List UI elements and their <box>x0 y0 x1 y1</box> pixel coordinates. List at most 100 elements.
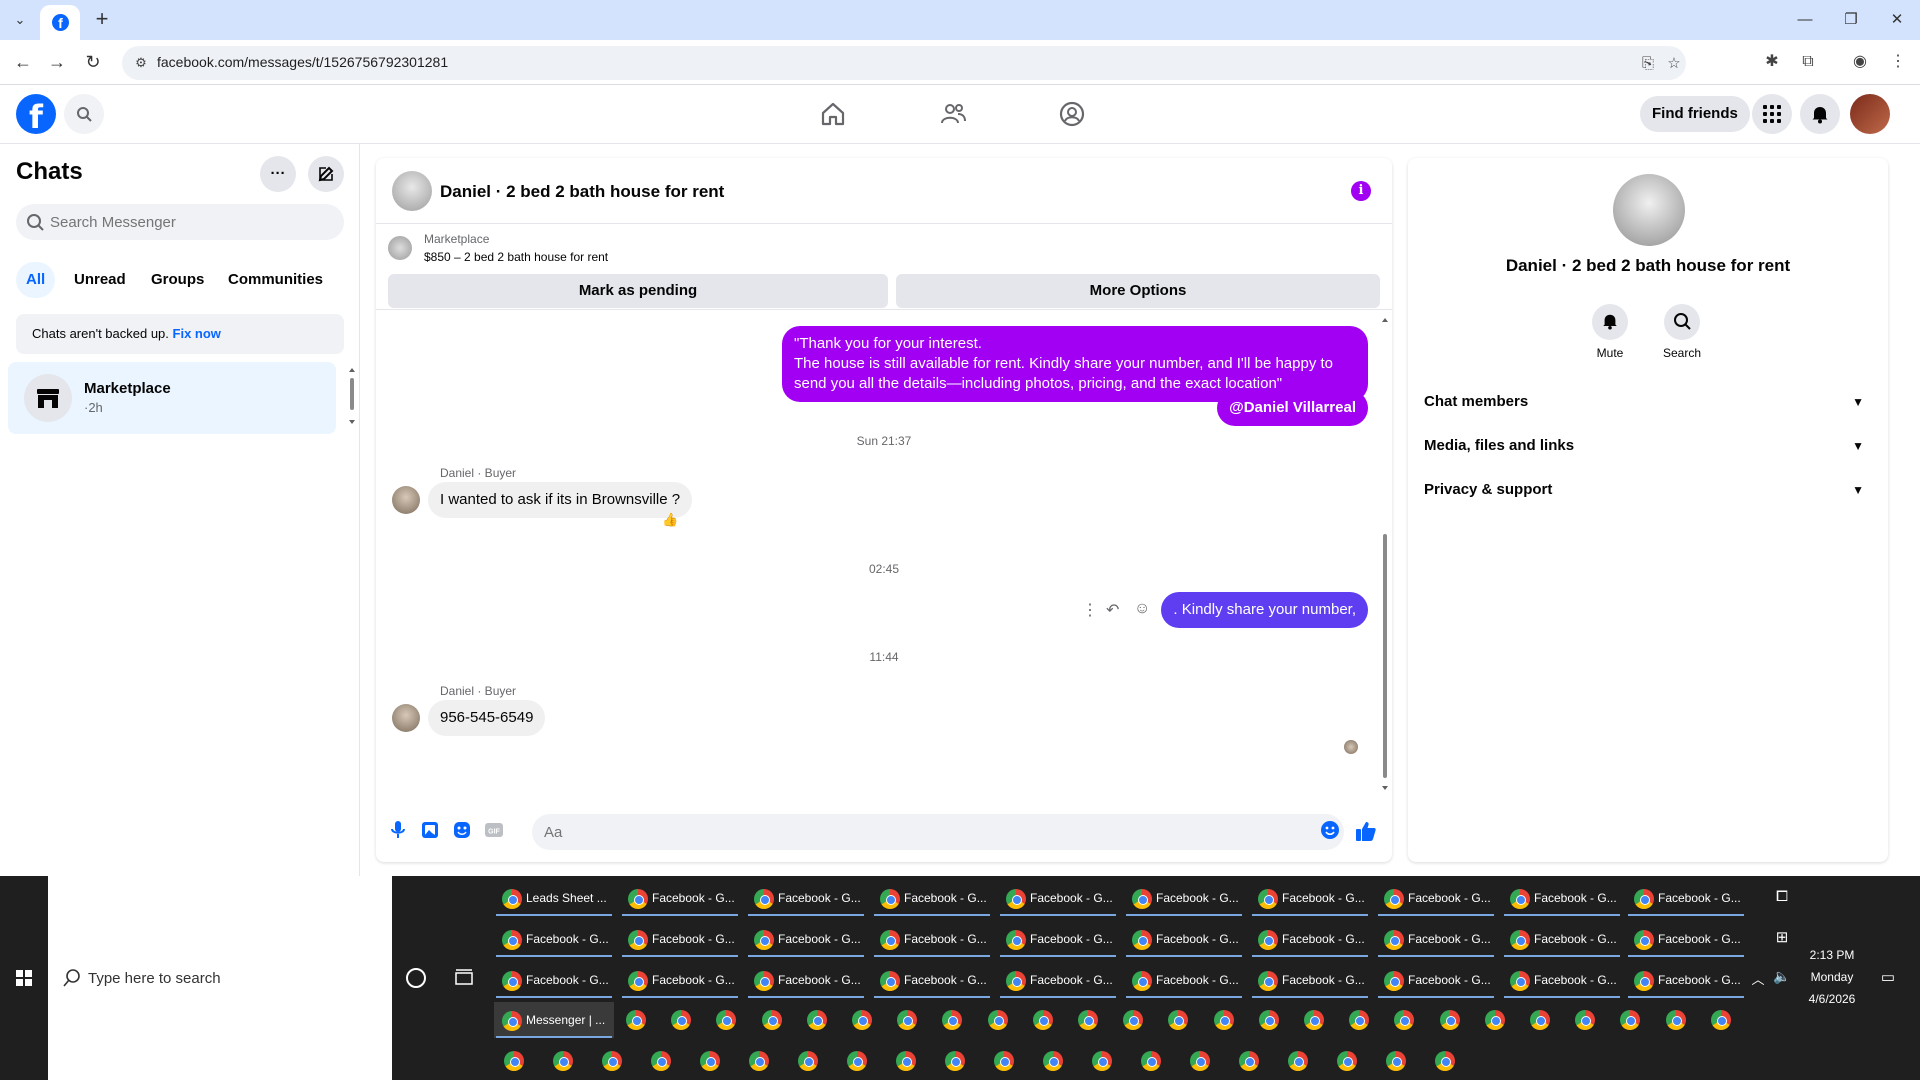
taskbar-app-button[interactable]: Facebook - G... <box>1626 880 1746 916</box>
url-text[interactable]: facebook.com/messages/t/1526756792301281 <box>157 54 448 70</box>
more-actions-icon[interactable]: ⋮ <box>1082 600 1098 620</box>
chrome-taskbar-icon[interactable] <box>994 1051 1014 1071</box>
taskbar-app-button[interactable]: Facebook - G... <box>1376 880 1496 916</box>
chrome-taskbar-icon[interactable] <box>1288 1051 1308 1071</box>
chat-members-section[interactable]: Chat members ▼ <box>1424 380 1872 424</box>
taskbar-app-button[interactable]: Facebook - G... <box>872 880 992 916</box>
restore-icon[interactable]: ❐ <box>1836 6 1866 34</box>
search-in-conversation-button[interactable]: Search <box>1652 304 1712 360</box>
clock[interactable]: 2:13 PM Monday 4/6/2026 <box>1800 948 1864 1006</box>
taskbar-app-messenger[interactable]: Messenger | ... <box>494 1002 614 1038</box>
new-tab-plus-icon[interactable]: + <box>90 8 114 32</box>
chrome-taskbar-icon[interactable] <box>1440 1010 1460 1030</box>
close-window-icon[interactable]: ✕ <box>1882 6 1912 34</box>
taskbar-app-button[interactable]: Facebook - G... <box>1376 962 1496 998</box>
taskbar-app-button[interactable]: Facebook - G... <box>494 921 614 957</box>
chrome-taskbar-icon[interactable] <box>1530 1010 1550 1030</box>
chrome-taskbar-icon[interactable] <box>1394 1010 1414 1030</box>
chrome-taskbar-icon[interactable] <box>1092 1051 1112 1071</box>
chrome-taskbar-icon[interactable] <box>852 1010 872 1030</box>
photo-attach-icon[interactable] <box>418 820 442 844</box>
chrome-taskbar-icon[interactable] <box>651 1051 671 1071</box>
conversation-title[interactable]: Daniel · 2 bed 2 bath house for rent <box>440 182 724 202</box>
filter-tab-groups[interactable]: Groups <box>141 262 214 298</box>
chrome-taskbar-icon[interactable] <box>896 1051 916 1071</box>
taskbar-app-button[interactable]: Facebook - G... <box>620 921 740 957</box>
sticker-icon[interactable] <box>450 820 474 844</box>
action-center-icon[interactable]: ▭ <box>1876 968 1900 986</box>
chrome-taskbar-icon[interactable] <box>988 1010 1008 1030</box>
chrome-taskbar-icon[interactable] <box>1033 1010 1053 1030</box>
profile-icon[interactable]: ◉ <box>1848 50 1872 74</box>
home-icon[interactable] <box>815 96 851 132</box>
conversation-scrollbar[interactable] <box>1380 314 1390 794</box>
chrome-taskbar-icon[interactable] <box>1349 1010 1369 1030</box>
chats-options-button[interactable]: ··· <box>260 156 296 192</box>
find-friends-button[interactable]: Find friends <box>1640 96 1750 132</box>
chrome-taskbar-icon[interactable] <box>1214 1010 1234 1030</box>
info-avatar[interactable] <box>1613 174 1685 246</box>
conversation-info-icon[interactable]: i <box>1351 181 1371 201</box>
chrome-taskbar-icon[interactable] <box>1043 1051 1063 1071</box>
mention-bubble[interactable]: @Daniel Villarreal <box>1217 390 1368 426</box>
chrome-taskbar-icon[interactable] <box>847 1051 867 1071</box>
tray-expand-chevron-icon[interactable]: ︿ <box>1748 969 1768 988</box>
chrome-taskbar-icon[interactable] <box>1239 1051 1259 1071</box>
site-info-icon[interactable]: ⚙ <box>132 54 150 72</box>
listing-thumbnail[interactable] <box>388 236 412 260</box>
emoji-picker-icon[interactable] <box>1318 820 1342 844</box>
taskbar-app-button[interactable]: Facebook - G... <box>1626 962 1746 998</box>
tray-app-icon[interactable]: ⧠ <box>1770 888 1794 905</box>
chrome-taskbar-icon[interactable] <box>1190 1051 1210 1071</box>
chrome-taskbar-icon[interactable] <box>1666 1010 1686 1030</box>
chrome-taskbar-icon[interactable] <box>897 1010 917 1030</box>
microphone-icon[interactable] <box>386 820 410 844</box>
extension-icon[interactable]: ✱ <box>1760 50 1784 74</box>
chrome-taskbar-icon[interactable] <box>716 1010 736 1030</box>
taskbar-app-button[interactable]: Facebook - G... <box>1502 921 1622 957</box>
taskbar-app-button[interactable]: Facebook - G... <box>620 962 740 998</box>
tab-search-chevron-icon[interactable]: ⌄ <box>8 8 32 32</box>
forward-arrow-icon[interactable]: → <box>44 49 70 75</box>
listing-title[interactable]: $850 – 2 bed 2 bath house for rent <box>424 250 608 264</box>
taskbar-app-button[interactable]: Facebook - G... <box>746 921 866 957</box>
buyer-avatar[interactable] <box>392 486 420 514</box>
taskbar-app-button[interactable]: Facebook - G... <box>1376 921 1496 957</box>
groups-icon[interactable] <box>1054 96 1090 132</box>
taskbar-app-button[interactable]: Facebook - G... <box>620 880 740 916</box>
facebook-logo-icon[interactable]: f <box>16 94 56 136</box>
media-files-links-section[interactable]: Media, files and links ▼ <box>1424 424 1872 468</box>
taskbar-app-button[interactable]: Facebook - G... <box>998 880 1118 916</box>
chrome-taskbar-icon[interactable] <box>1337 1051 1357 1071</box>
chrome-taskbar-icon[interactable] <box>749 1051 769 1071</box>
chrome-taskbar-icon[interactable] <box>1304 1010 1324 1030</box>
taskbar-app-button[interactable]: Facebook - G... <box>1124 880 1244 916</box>
chrome-taskbar-icon[interactable] <box>942 1010 962 1030</box>
volume-icon[interactable]: 🔈 <box>1770 968 1794 985</box>
chrome-taskbar-icon[interactable] <box>1123 1010 1143 1030</box>
minimize-icon[interactable]: — <box>1790 6 1820 34</box>
chrome-taskbar-icon[interactable] <box>626 1010 646 1030</box>
taskbar-app-button[interactable]: Facebook - G... <box>1124 962 1244 998</box>
thumbs-up-reaction[interactable]: 👍 <box>662 512 678 528</box>
taskbar-app-button[interactable]: Facebook - G... <box>1250 921 1370 957</box>
chrome-taskbar-icon[interactable] <box>945 1051 965 1071</box>
chrome-taskbar-icon[interactable] <box>553 1051 573 1071</box>
extensions-puzzle-icon[interactable]: ⧉ <box>1796 50 1820 74</box>
install-app-icon[interactable]: ⎘ <box>1638 54 1658 74</box>
taskbar-app-button[interactable]: Facebook - G... <box>998 962 1118 998</box>
chrome-taskbar-icon[interactable] <box>602 1051 622 1071</box>
gif-icon[interactable]: GIF <box>482 820 506 844</box>
reload-icon[interactable]: ↻ <box>80 49 106 75</box>
chrome-taskbar-icon[interactable] <box>1078 1010 1098 1030</box>
chrome-taskbar-icon[interactable] <box>1711 1010 1731 1030</box>
browser-menu-icon[interactable]: ⋮ <box>1886 50 1910 74</box>
incoming-message-bubble[interactable]: 956-545-6549 <box>428 700 546 736</box>
taskbar-app-button[interactable]: Facebook - G... <box>1626 921 1746 957</box>
search-messenger-box[interactable] <box>16 204 344 240</box>
thumbs-up-send-icon[interactable] <box>1354 820 1378 844</box>
taskbar-app-button[interactable]: Facebook - G... <box>746 962 866 998</box>
taskbar-app-button[interactable]: Facebook - G... <box>998 921 1118 957</box>
reply-icon[interactable]: ↶ <box>1106 600 1119 620</box>
chrome-taskbar-icon[interactable] <box>1435 1051 1455 1071</box>
